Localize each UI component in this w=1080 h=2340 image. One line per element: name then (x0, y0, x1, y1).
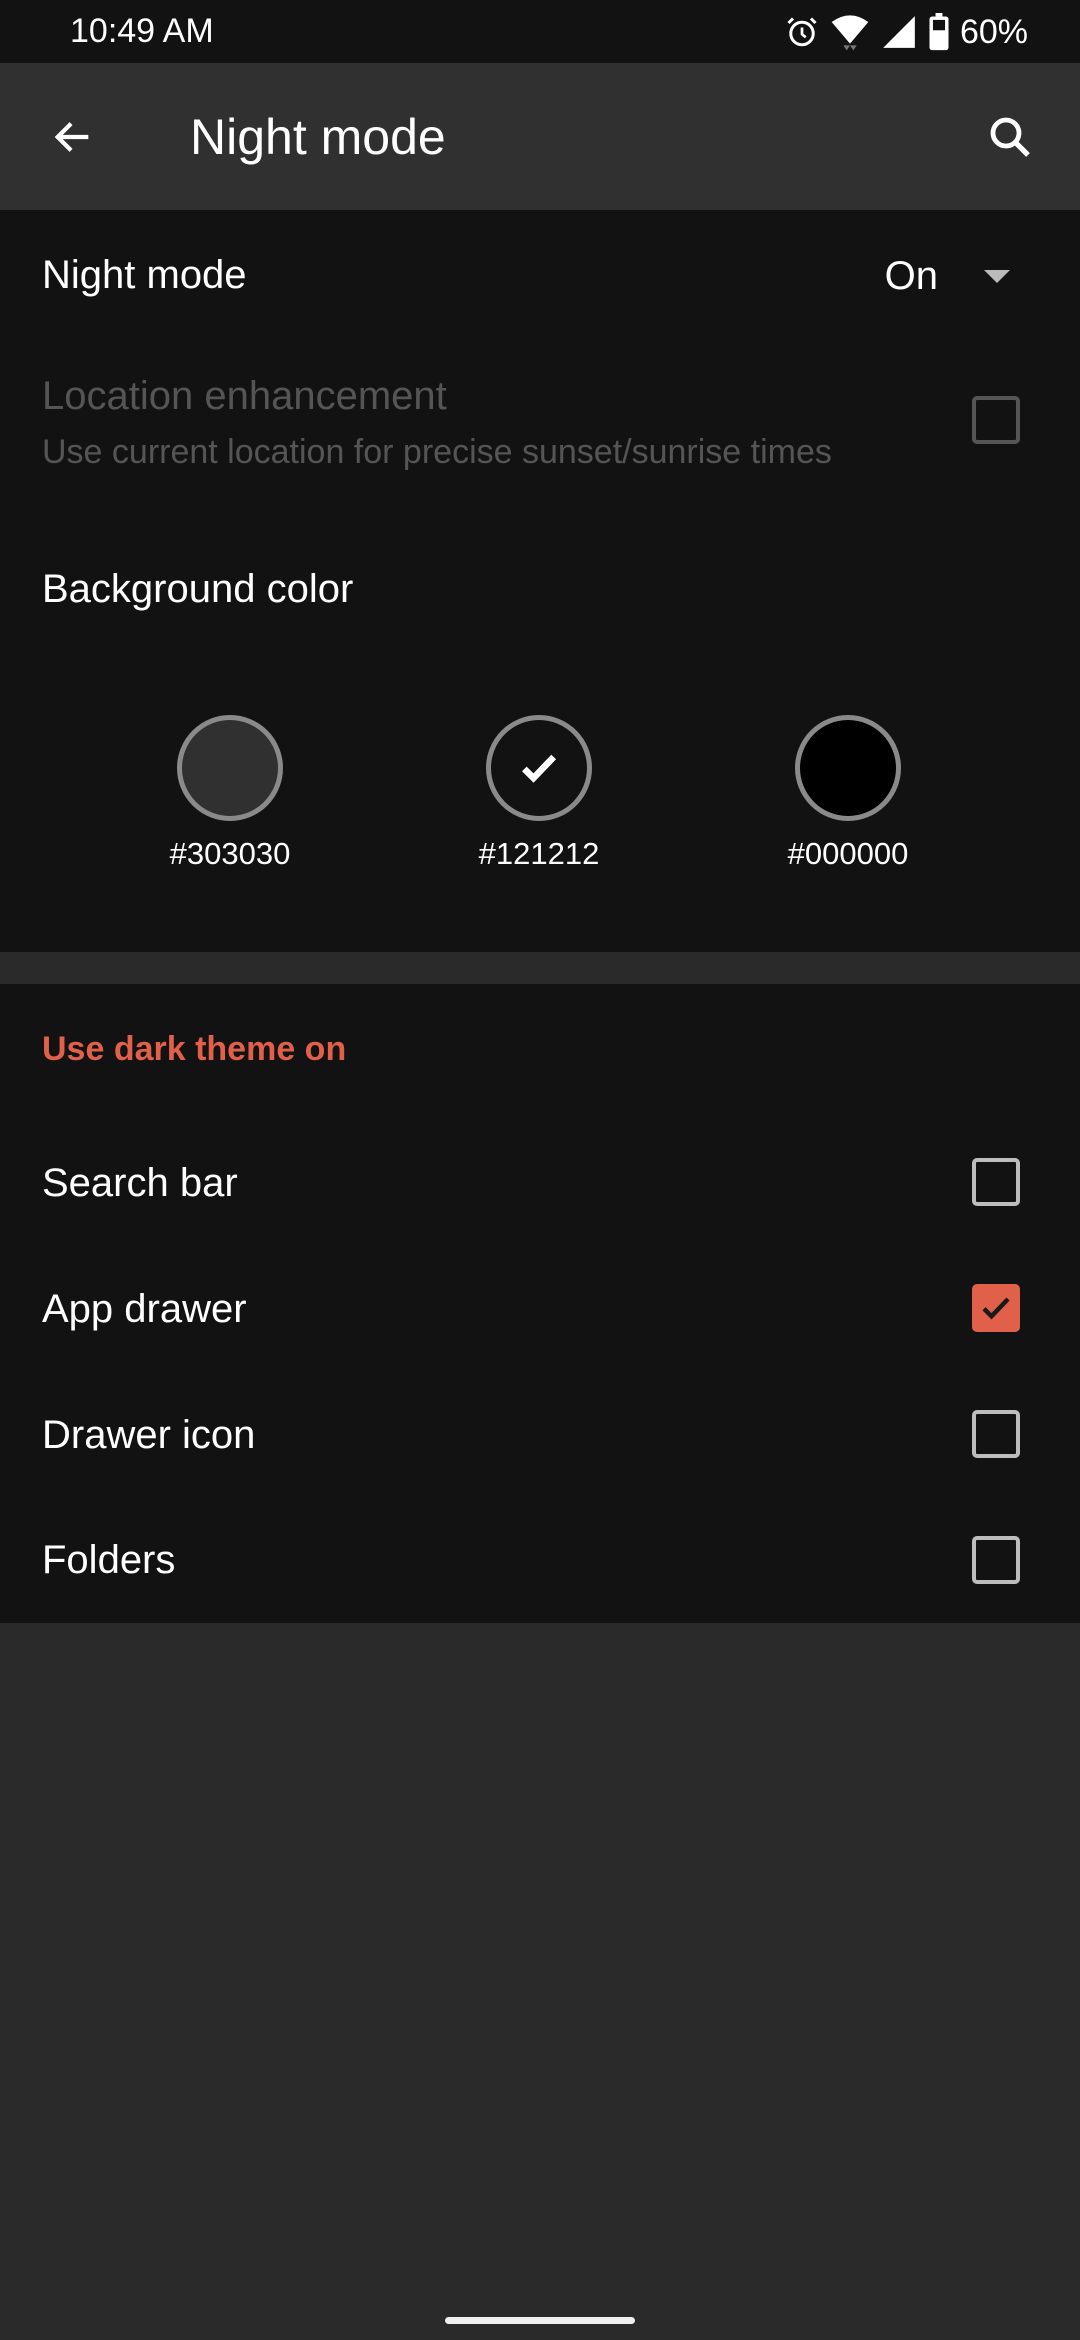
item-label: Drawer icon (42, 1413, 256, 1457)
caret-down-icon (984, 269, 1010, 283)
color-label: #121212 (478, 836, 600, 871)
alarm-icon (787, 17, 817, 47)
wifi-icon (831, 15, 869, 51)
location-enhancement-title: Location enhancement (42, 374, 447, 418)
item-label: Folders (42, 1538, 176, 1582)
status-bar: 10:49 AM 60% (0, 0, 1080, 63)
color-swatch[interactable] (795, 715, 901, 821)
night-mode-label: Night mode (42, 253, 247, 297)
battery-percentage: 60% (959, 12, 1028, 51)
item-label: App drawer (42, 1287, 247, 1331)
search-icon (990, 117, 1030, 157)
page-title: Night mode (190, 109, 446, 165)
color-label: #000000 (787, 836, 909, 871)
section-header: Use dark theme on (42, 1030, 347, 1068)
search-button[interactable] (980, 107, 1040, 167)
location-enhancement-subtitle: Use current location for precise sunset/… (42, 433, 832, 471)
drawer-icon-checkbox[interactable] (972, 1410, 1020, 1458)
item-label: Search bar (42, 1161, 238, 1205)
arrow-left-icon (54, 122, 89, 152)
checkmark-icon (521, 754, 557, 783)
night-mode-value: On (884, 253, 938, 298)
home-gesture-handle[interactable] (445, 2317, 635, 2324)
color-swatch-selected[interactable] (486, 715, 592, 821)
app-drawer-checkbox[interactable] (972, 1284, 1020, 1332)
checkmark-icon (982, 1297, 1010, 1320)
night-mode-dropdown[interactable]: On (885, 246, 1010, 306)
folders-checkbox[interactable] (972, 1536, 1020, 1584)
location-enhancement-checkbox (972, 396, 1020, 444)
section-divider (0, 952, 1080, 984)
color-label: #303030 (169, 836, 291, 871)
back-button[interactable] (43, 107, 103, 167)
search-bar-checkbox[interactable] (972, 1158, 1020, 1206)
signal-icon (883, 16, 915, 48)
color-swatch[interactable] (177, 715, 283, 821)
battery-icon (929, 13, 949, 51)
status-icons: 60% (784, 10, 1028, 54)
status-time: 10:49 AM (70, 12, 214, 50)
background-color-label: Background color (42, 567, 354, 611)
app-bar: Night mode (0, 63, 1080, 210)
